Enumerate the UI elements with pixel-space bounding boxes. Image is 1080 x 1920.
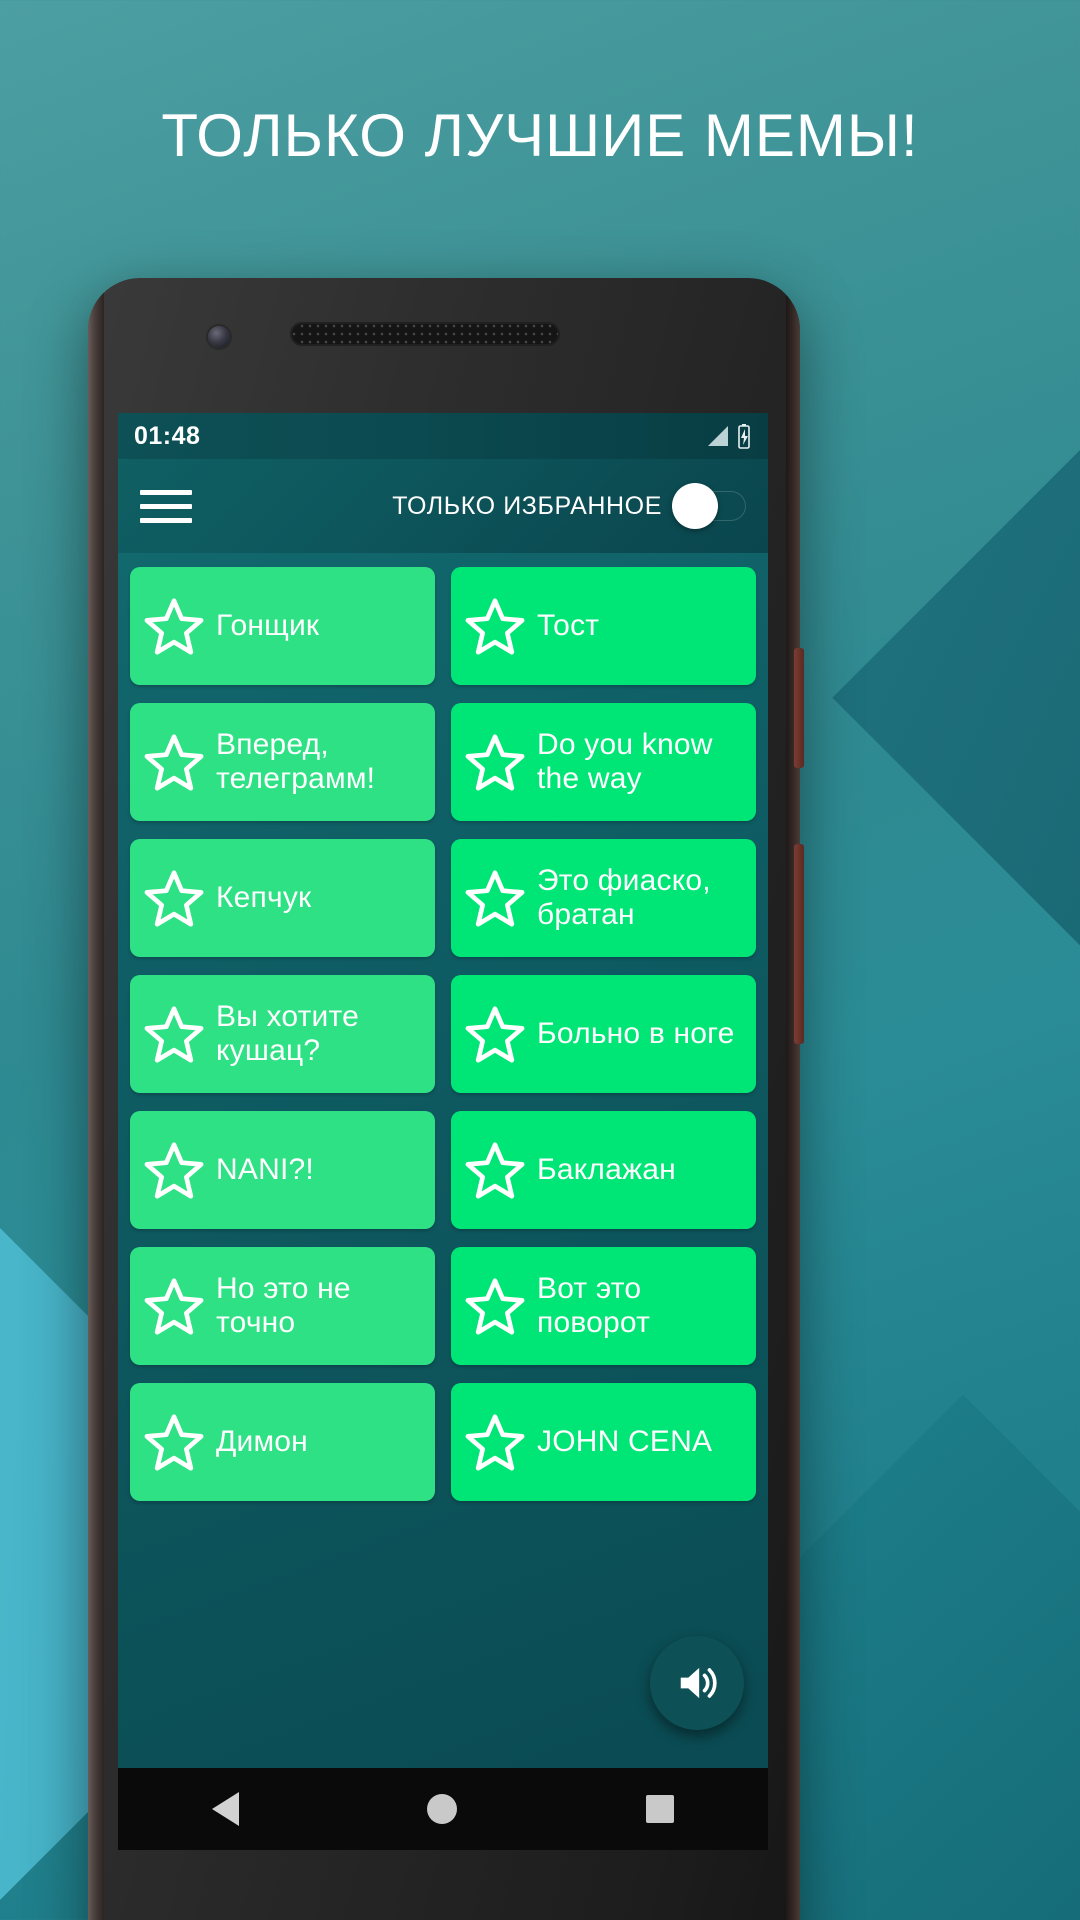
power-button[interactable] (794, 648, 804, 768)
meme-tile[interactable]: Но это не точно (130, 1247, 435, 1365)
status-bar-icons (708, 424, 752, 449)
star-outline-icon[interactable] (465, 733, 525, 791)
star-outline-icon[interactable] (144, 1141, 204, 1199)
android-navigation-bar (118, 1768, 768, 1850)
meme-tile[interactable]: Вот это поворот (451, 1247, 756, 1365)
toggle-thumb (672, 483, 718, 529)
phone-edge-left (88, 278, 104, 1920)
status-bar-time: 01:48 (134, 421, 201, 450)
star-outline-icon[interactable] (465, 1413, 525, 1471)
meme-tile-label: Do you know the way (537, 728, 713, 795)
phone-screen: 01:48 ТОЛЬКО ИЗБРАННОЕ Гонщик Тост Впере… (118, 413, 768, 1768)
meme-tile-label: Вот это поворот (537, 1272, 651, 1339)
star-outline-icon[interactable] (144, 597, 204, 655)
battery-charging-icon (736, 424, 752, 449)
meme-tile-label: Тост (537, 609, 600, 643)
meme-tile[interactable]: JOHN CENA (451, 1383, 756, 1501)
star-outline-icon[interactable] (465, 1005, 525, 1063)
volume-speaker-icon (680, 1667, 717, 1699)
meme-grid: Гонщик Тост Вперед, телеграмм! Do you know … (130, 567, 756, 1501)
back-triangle-icon[interactable] (212, 1792, 240, 1826)
home-circle-icon[interactable] (427, 1794, 458, 1824)
meme-tile-label: Это фиаско, братан (537, 864, 711, 931)
meme-tile-label: Вперед, телеграмм! (216, 728, 376, 795)
meme-tile[interactable]: Гонщик (130, 567, 435, 685)
status-bar: 01:48 (118, 413, 768, 459)
signal-bars-icon (708, 426, 728, 446)
recents-square-icon[interactable] (645, 1795, 674, 1823)
volume-fab-button[interactable] (650, 1636, 744, 1730)
background-shard-right (832, 330, 1080, 1335)
favorites-only-toggle[interactable] (672, 483, 746, 529)
star-outline-icon[interactable] (144, 733, 204, 791)
meme-tile[interactable]: Вперед, телеграмм! (130, 703, 435, 821)
meme-tile[interactable]: Это фиаско, братан (451, 839, 756, 957)
star-outline-icon[interactable] (465, 597, 525, 655)
meme-grid-container[interactable]: Гонщик Тост Вперед, телеграмм! Do you know … (118, 553, 768, 1768)
meme-tile-label: Но это не точно (216, 1272, 351, 1339)
meme-tile-label: Гонщик (216, 609, 320, 643)
meme-tile[interactable]: Тост (451, 567, 756, 685)
earpiece-speaker-grille (290, 322, 560, 346)
star-outline-icon[interactable] (144, 1277, 204, 1335)
meme-tile[interactable]: Do you know the way (451, 703, 756, 821)
meme-tile[interactable]: Вы хотите кушац? (130, 975, 435, 1093)
star-outline-icon[interactable] (465, 1277, 525, 1335)
meme-tile[interactable]: Больно в ноге (451, 975, 756, 1093)
meme-tile[interactable]: Баклажан (451, 1111, 756, 1229)
front-camera-icon (208, 326, 230, 348)
app-toolbar: ТОЛЬКО ИЗБРАННОЕ (118, 459, 768, 553)
hamburger-menu-icon[interactable] (140, 489, 192, 523)
meme-tile-label: NANI?! (216, 1153, 314, 1187)
meme-tile-label: Вы хотите кушац? (216, 1000, 359, 1067)
meme-tile-label: Кепчук (216, 881, 312, 915)
meme-tile-label: Димон (216, 1425, 308, 1459)
toolbar-actions: ТОЛЬКО ИЗБРАННОЕ (392, 483, 746, 529)
phone-body: 01:48 ТОЛЬКО ИЗБРАННОЕ Гонщик Тост Впере… (88, 278, 800, 1920)
star-outline-icon[interactable] (144, 869, 204, 927)
star-outline-icon[interactable] (465, 1141, 525, 1199)
phone-device: 01:48 ТОЛЬКО ИЗБРАННОЕ Гонщик Тост Впере… (88, 278, 804, 1920)
star-outline-icon[interactable] (465, 869, 525, 927)
star-outline-icon[interactable] (144, 1413, 204, 1471)
meme-tile-label: JOHN CENA (537, 1425, 713, 1459)
meme-tile-label: Больно в ноге (537, 1017, 735, 1051)
favorites-only-label: ТОЛЬКО ИЗБРАННОЕ (392, 491, 662, 520)
volume-button[interactable] (794, 844, 804, 1044)
star-outline-icon[interactable] (144, 1005, 204, 1063)
promo-headline: ТОЛЬКО ЛУЧШИЕ МЕМЫ! (161, 102, 919, 169)
meme-tile[interactable]: Кепчук (130, 839, 435, 957)
phone-edge-right (786, 278, 800, 1920)
meme-tile-label: Баклажан (537, 1153, 676, 1187)
meme-tile[interactable]: Димон (130, 1383, 435, 1501)
meme-tile[interactable]: NANI?! (130, 1111, 435, 1229)
